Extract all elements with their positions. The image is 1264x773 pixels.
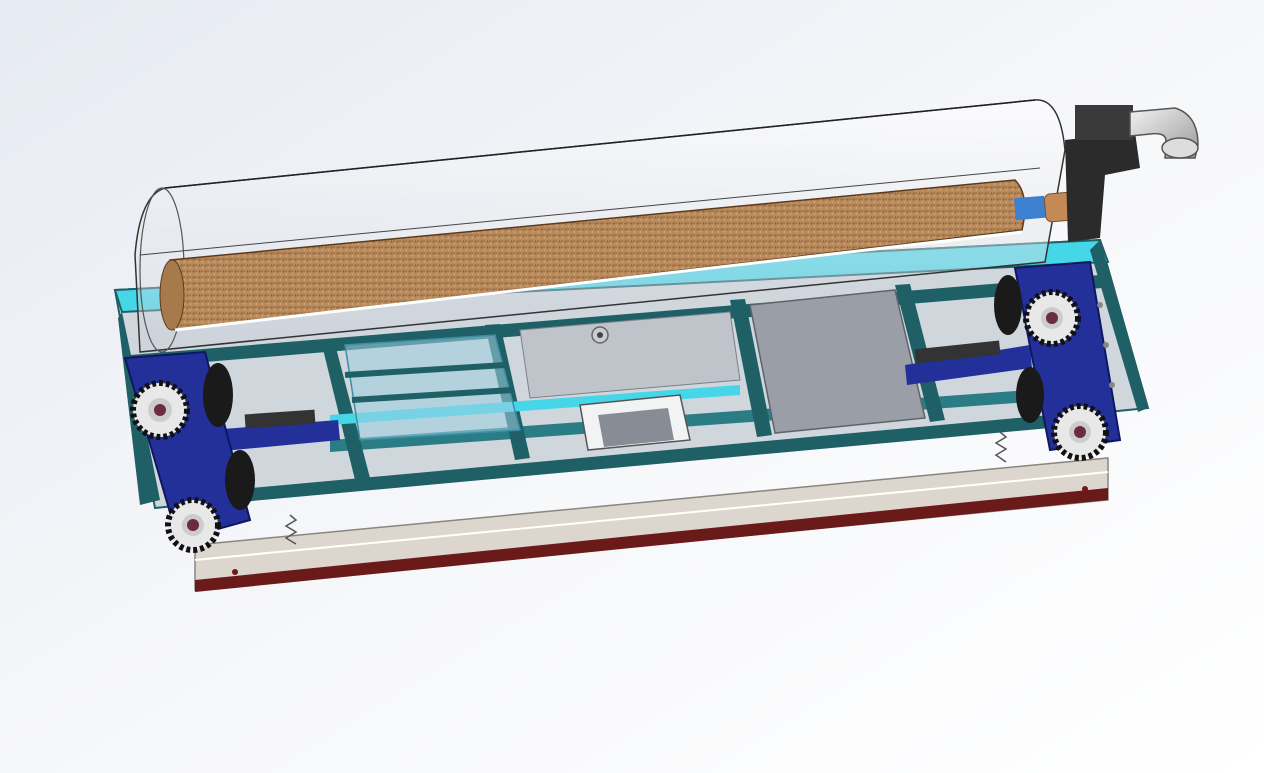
wheel-right-lower: [1051, 403, 1109, 461]
panel: [749, 289, 926, 434]
wheel-left-lower: [165, 497, 221, 553]
cad-viewport: [0, 0, 1264, 773]
wheel-left-upper: [130, 380, 190, 440]
wheel-right-upper: [1023, 289, 1081, 347]
machine-render: [0, 0, 1264, 773]
control-box: [579, 394, 691, 451]
tank: [344, 334, 521, 441]
